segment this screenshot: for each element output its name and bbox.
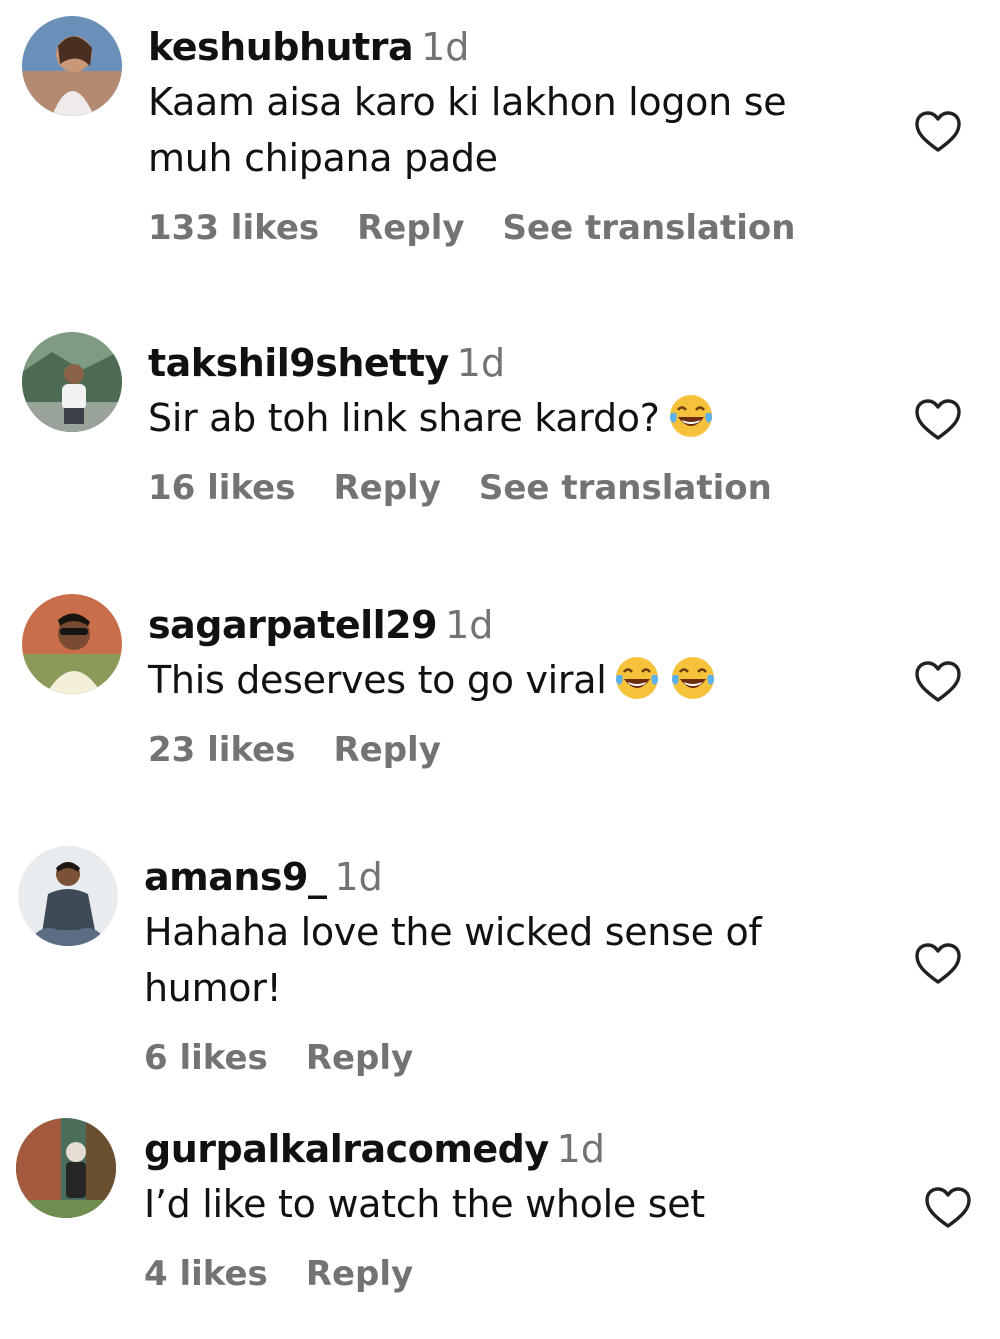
face-with-tears-of-joy-icon	[616, 657, 659, 699]
comment-text: Kaam aisa karo ki lakhon logon se muh ch…	[148, 80, 787, 180]
heart-outline-icon[interactable]	[914, 942, 962, 986]
reply-button[interactable]: Reply	[357, 208, 464, 248]
comment-text: I’d like to watch the whole set	[144, 1182, 705, 1226]
likes-count[interactable]: 16 likes	[148, 468, 295, 508]
comment-time: 1d	[421, 25, 470, 69]
see-translation-button[interactable]: See translation	[503, 208, 796, 248]
comment-text: Sir ab toh link share kardo?	[148, 396, 660, 440]
see-translation-button[interactable]: See translation	[479, 468, 772, 508]
heart-outline-icon[interactable]	[914, 110, 962, 154]
likes-count[interactable]: 6 likes	[144, 1038, 268, 1078]
reply-button[interactable]: Reply	[333, 468, 440, 508]
username[interactable]: sagarpatell29	[148, 603, 438, 647]
username[interactable]: takshil9shetty	[148, 341, 449, 385]
heart-outline-icon[interactable]	[924, 1186, 972, 1230]
heart-outline-icon[interactable]	[914, 398, 962, 442]
likes-count[interactable]: 4 likes	[144, 1254, 268, 1294]
comment-time: 1d	[556, 1127, 605, 1171]
avatar[interactable]	[22, 594, 122, 694]
reply-button[interactable]: Reply	[306, 1254, 413, 1294]
reply-button[interactable]: Reply	[333, 730, 440, 770]
reply-button[interactable]: Reply	[306, 1038, 413, 1078]
heart-outline-icon[interactable]	[914, 660, 962, 704]
likes-count[interactable]: 23 likes	[148, 730, 295, 770]
comment-text: Hahaha love the wicked sense of humor!	[144, 910, 762, 1010]
avatar[interactable]	[18, 846, 118, 946]
comment-time: 1d	[456, 341, 506, 385]
username[interactable]: gurpalkalracomedy	[144, 1127, 549, 1171]
face-with-tears-of-joy-icon	[672, 657, 715, 699]
face-with-tears-of-joy-icon	[669, 395, 712, 437]
username[interactable]: keshubhutra	[148, 25, 414, 69]
avatar[interactable]	[22, 16, 122, 116]
likes-count[interactable]: 133 likes	[148, 208, 319, 248]
avatar[interactable]	[16, 1118, 116, 1218]
comment-time: 1d	[334, 855, 383, 899]
username[interactable]: amans9_	[144, 855, 327, 899]
avatar[interactable]	[22, 332, 122, 432]
comment-text: This deserves to go viral	[148, 658, 607, 702]
comment-time: 1d	[445, 603, 494, 647]
